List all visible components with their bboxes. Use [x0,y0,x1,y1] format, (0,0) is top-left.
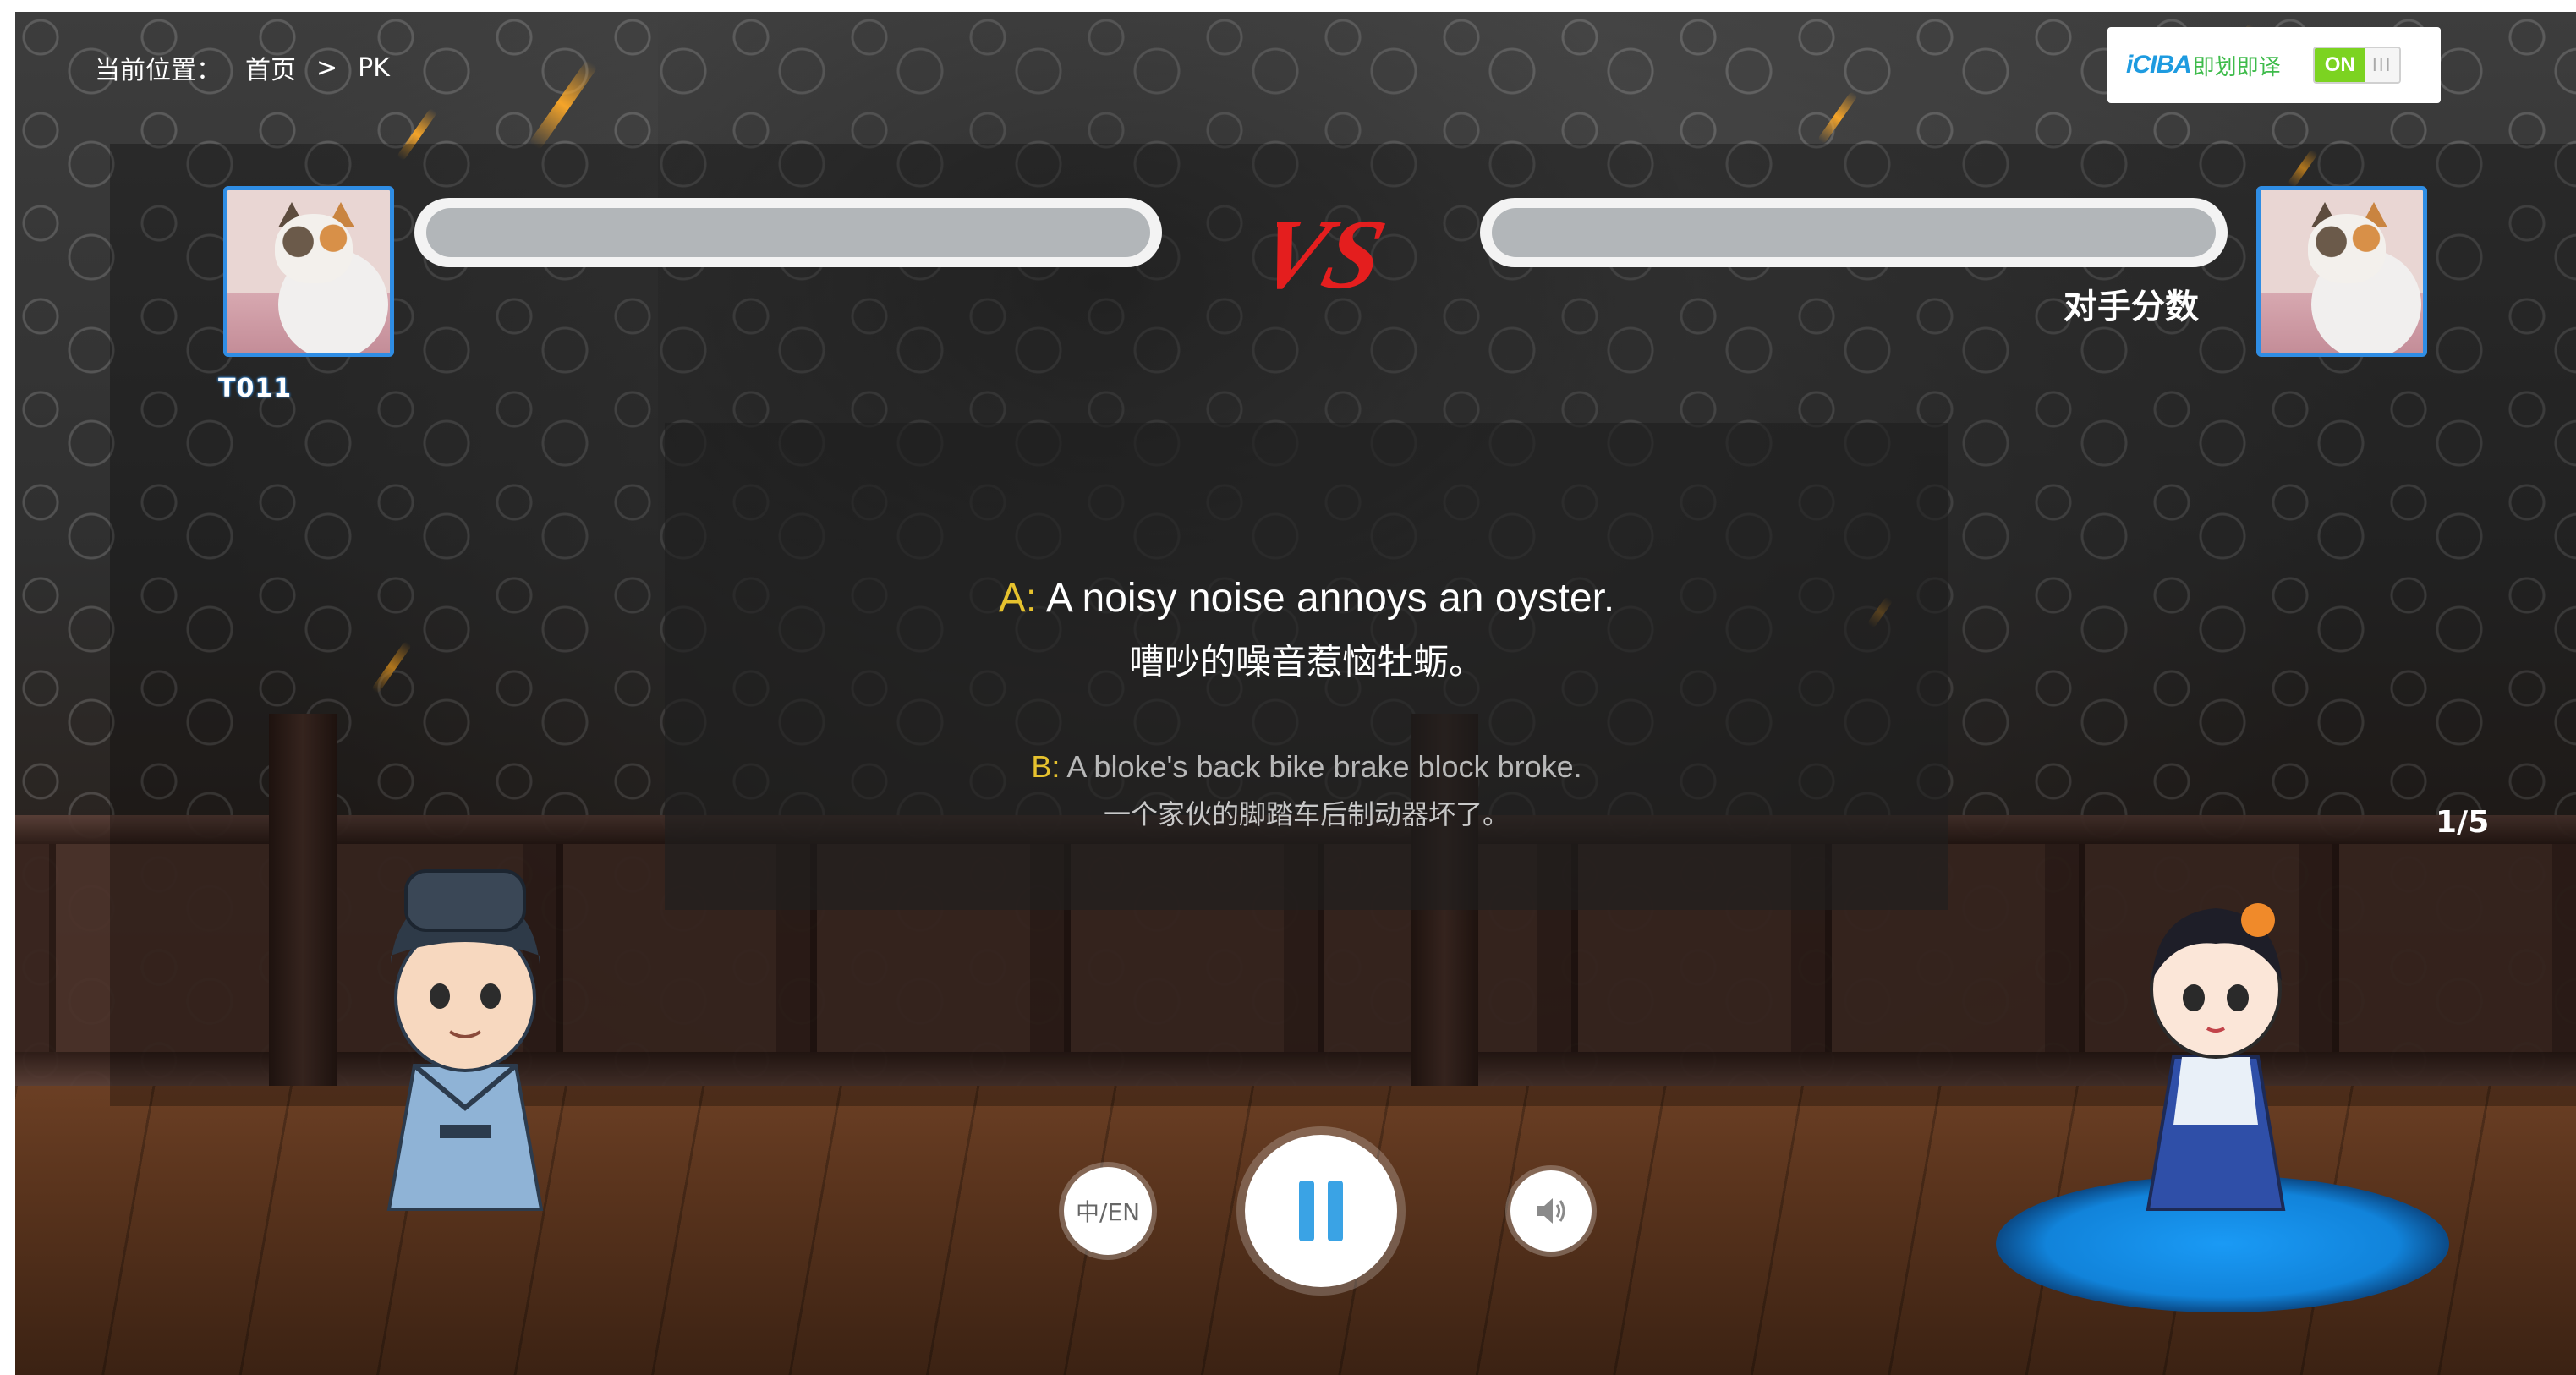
question-progress: 1/5 [2436,805,2490,840]
option-b-english: B: A bloke's back bike brake block broke… [665,749,1948,785]
pause-icon [1292,1181,1350,1241]
cat-head [275,214,353,283]
versus-emblem: VS [1277,199,1395,310]
lady-character [2146,903,2286,1211]
iciba-logo: iCIBA [2126,51,2192,79]
option-a-english: A: A noisy noise annoys an oyster. [665,575,1948,622]
option-b-tag: B: [1031,749,1061,784]
question-panel: A: A noisy noise annoys an oyster. 嘈吵的噪音… [665,423,1948,910]
pause-bar [1328,1181,1343,1241]
toggle-on-label: ON [2314,48,2365,82]
language-toggle-button[interactable]: 中/EN [1064,1167,1152,1255]
score-track [426,208,1150,257]
vs-text: VS [1277,199,1395,310]
option-a[interactable]: A: A noisy noise annoys an oyster. 嘈吵的噪音… [665,575,1948,685]
sound-button[interactable] [1510,1170,1592,1252]
score-track [1492,208,2216,257]
instant-translate-toggle[interactable]: ON III [2312,47,2401,84]
option-b-text: A bloke's back bike brake block broke. [1066,749,1582,784]
player-name: T011 [218,374,293,403]
opponent-avatar [2256,186,2427,357]
breadcrumb-home-link[interactable]: 首页 [245,49,296,86]
option-a-tag: A: [998,576,1038,621]
breadcrumb-label: 当前位置： [95,56,222,85]
language-toggle-label: 中/EN [1075,1198,1141,1226]
option-a-text: A noisy noise annoys an oyster. [1045,576,1615,621]
spark [1817,90,1859,145]
option-b-chinese: 一个家伙的脚踏车后制动器坏了。 [1103,798,1510,830]
toggle-grip: III [2365,48,2399,82]
cat-head [2308,214,2386,283]
breadcrumb-separator: > [316,52,338,83]
spark [529,59,598,151]
pause-button[interactable] [1245,1135,1397,1287]
iciba-instant-translate-widget: iCIBA 即划即译 ON III [2107,27,2441,103]
breadcrumb: 当前位置： 首页 > PK [95,49,390,86]
player-avatar [223,186,394,357]
player-score-bar [414,198,1162,267]
breadcrumb-current: PK [358,52,390,83]
option-a-chinese: 嘈吵的噪音惹恼牡蛎。 [1128,641,1484,682]
speaker-icon [1537,1198,1565,1224]
pause-bar [1299,1181,1314,1241]
option-b[interactable]: B: A bloke's back bike brake block broke… [665,749,1948,832]
scholar-character [386,869,544,1211]
opponent-score-label: 对手分数 [2064,288,2199,326]
iciba-feature-label: 即划即译 [2192,54,2281,80]
opponent-score-bar [1480,198,2228,267]
